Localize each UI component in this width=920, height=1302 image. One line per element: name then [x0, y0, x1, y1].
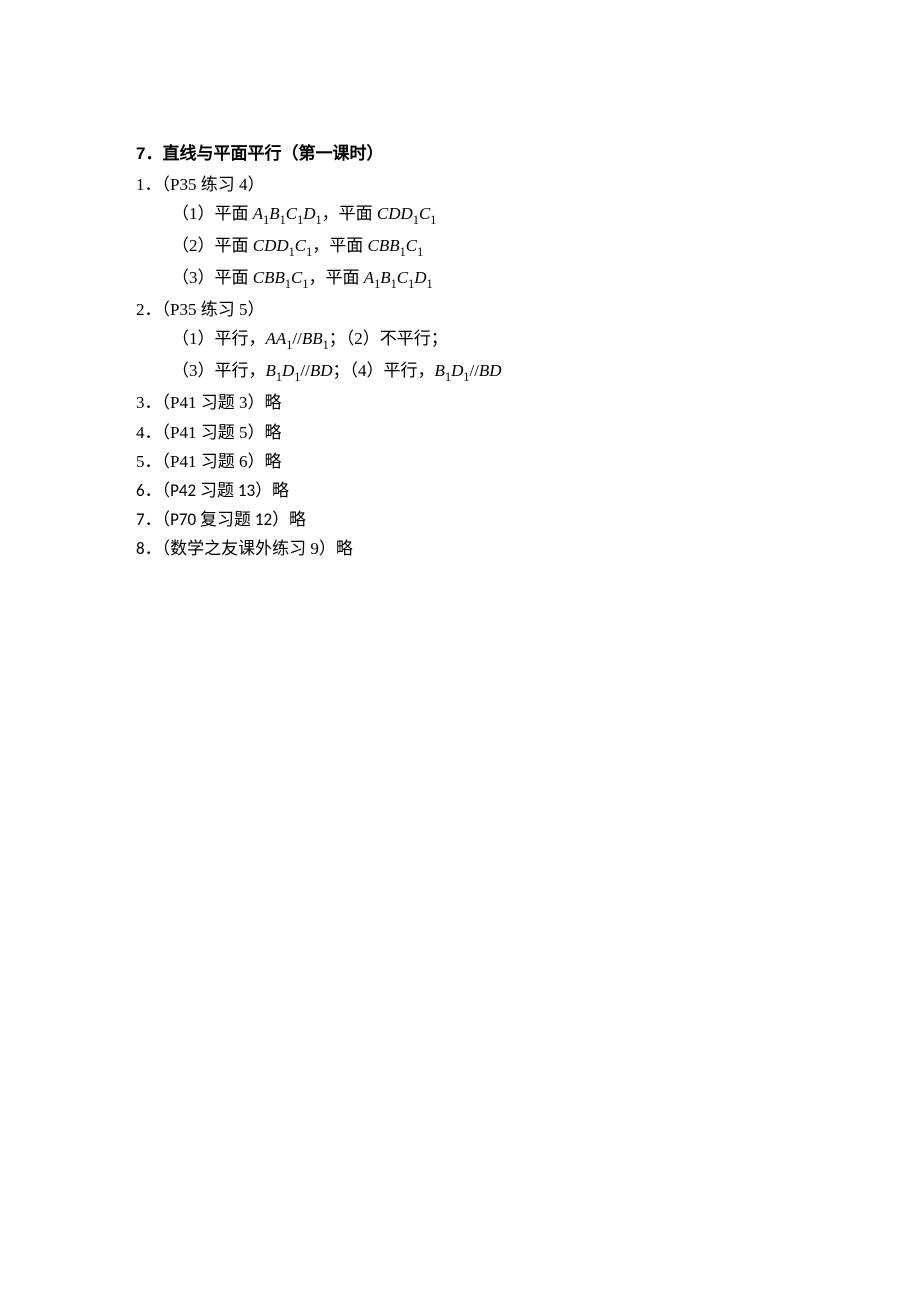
q5-number: 5． [136, 452, 162, 471]
q7: 7．（P70 复习题 12）略 [136, 506, 920, 533]
q1-sub1: （1）平面 A1B1C1D1，平面 CDD1C1 [172, 200, 920, 230]
q1-sub2-plane1: CDD [253, 236, 289, 255]
q4: 4．（P41 习题 5）略 [136, 419, 920, 446]
q1-number: 1． [136, 175, 162, 194]
q3-label: （P41 习题 3）略 [162, 393, 282, 412]
q2-line2-a: （3）平行， [172, 361, 266, 380]
q2-line2-seg2: B [435, 361, 445, 380]
q8: 8．（数学之友课外练习 9）略 [136, 535, 920, 562]
q2-line1-seg1: AA [266, 329, 287, 348]
title-number: 7． [136, 144, 162, 163]
q1-sub3-plane1: CBB [253, 268, 285, 287]
q1-sub1-plane1: A [253, 204, 263, 223]
q1-label: （P35 练习 4） [162, 175, 265, 194]
q6: 6．（P42 习题 13）略 [136, 477, 920, 504]
q7-label-d: 12 [251, 509, 272, 530]
q2-line2-seg1: B [266, 361, 276, 380]
q7-label-b: P70 [170, 509, 200, 530]
q1-sub3: （3）平面 CBB1C1，平面 A1B1C1D1 [172, 264, 920, 294]
q1-sub3-comma: ，平面 [308, 268, 363, 287]
q7-number: 7． [136, 509, 162, 530]
q4-number: 4． [136, 423, 162, 442]
q2-number: 2． [136, 300, 162, 319]
q1-sub1-comma: ，平面 [322, 204, 377, 223]
q2-line1-a: （1）平行， [172, 329, 266, 348]
q3: 3．（P41 习题 3）略 [136, 389, 920, 416]
q2-line1-b: ；（2）不平行； [329, 329, 448, 348]
q5-label: （P41 习题 6）略 [162, 452, 282, 471]
title-text: 直线与平面平行（第一课时） [162, 144, 383, 163]
section-title: 7．直线与平面平行（第一课时） [136, 140, 920, 167]
q6-label-e: ）略 [255, 481, 289, 500]
q1-header: 1．（P35 练习 4） [136, 171, 920, 198]
q7-label-e: ）略 [272, 510, 306, 529]
q1-sub3-prefix: （3）平面 [172, 268, 253, 287]
q6-number: 6． [136, 480, 162, 501]
q2-line1: （1）平行，AA1//BB1；（2）不平行； [172, 325, 920, 355]
q5: 5．（P41 习题 6）略 [136, 448, 920, 475]
q6-label-a: （ [162, 481, 171, 500]
q1-sub2-prefix: （2）平面 [172, 236, 253, 255]
q1-sub2: （2）平面 CDD1C1，平面 CBB1C1 [172, 232, 920, 262]
q2-header: 2．（P35 练习 5） [136, 296, 920, 323]
q6-label-d: 13 [234, 480, 255, 501]
q1-sub1-plane2: CDD [377, 204, 413, 223]
document-content: 7．直线与平面平行（第一课时） 1．（P35 练习 4） （1）平面 A1B1C… [136, 140, 920, 562]
q2-line2-b: ；（4）平行， [333, 361, 435, 380]
q1-sub3-plane2: A [364, 268, 374, 287]
q2-label: （P35 练习 5） [162, 300, 265, 319]
q4-label: （P41 习题 5）略 [162, 423, 282, 442]
q6-label-c: 习题 [200, 481, 234, 500]
q6-label-b: P42 [170, 480, 200, 501]
q1-sub2-comma: ，平面 [312, 236, 367, 255]
q7-label-c: 复习题 [200, 510, 251, 529]
q8-number: 8． [136, 538, 162, 559]
q3-number: 3． [136, 393, 162, 412]
q1-sub2-plane2: CBB [368, 236, 400, 255]
q7-label-a: （ [162, 510, 171, 529]
q1-sub1-prefix: （1）平面 [172, 204, 253, 223]
q8-label: （数学之友课外练习 9）略 [162, 539, 353, 558]
q2-line2: （3）平行，B1D1//BD；（4）平行，B1D1//BD [172, 357, 920, 387]
